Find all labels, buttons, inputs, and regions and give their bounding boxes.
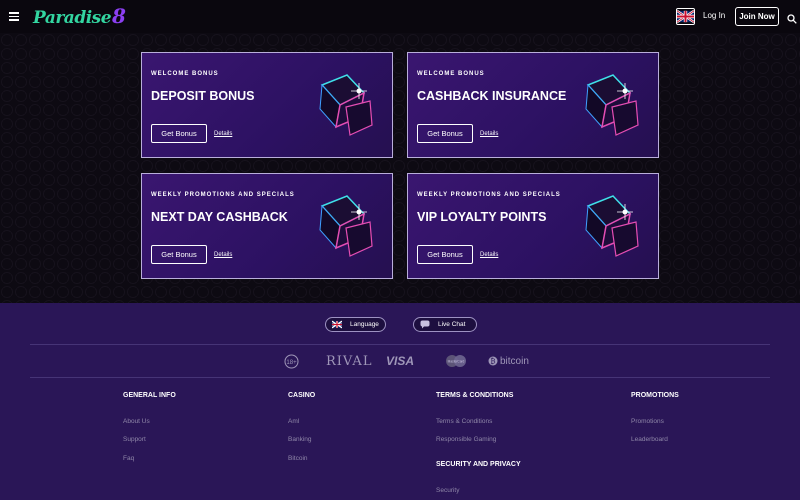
leaderboard-link[interactable]: Leaderboard <box>631 436 668 443</box>
svg-text:₿: ₿ <box>490 358 495 366</box>
live-chat-label: Live Chat <box>438 321 466 328</box>
promo-card-next-day-cashback: WEEKLY PROMOTIONS AND SPECIALS NEXT DAY … <box>141 173 393 279</box>
mastercard-logo: MasterCard <box>444 352 468 370</box>
get-bonus-button[interactable]: Get Bonus <box>151 124 207 143</box>
age-18-icon: 18+ <box>284 352 299 370</box>
card-title: CASHBACK INSURANCE <box>417 89 567 103</box>
aml-link[interactable]: Aml <box>288 418 299 425</box>
logo-text: Paradise <box>33 8 112 28</box>
search-icon[interactable] <box>787 11 797 24</box>
support-link[interactable]: Support <box>123 436 146 443</box>
casino-heading: CASINO <box>288 392 316 399</box>
promo-card-deposit-bonus: WELCOME BONUS DEPOSIT BONUS Get Bonus De… <box>141 52 393 158</box>
bitcoin-logo: ₿ bitcoin <box>488 352 529 370</box>
details-link[interactable]: Details <box>214 131 232 137</box>
chat-bubble-icon <box>420 320 430 329</box>
details-link[interactable]: Details <box>480 131 498 137</box>
bitcoin-link[interactable]: Bitcoin <box>288 455 308 462</box>
promotions-link[interactable]: Promotions <box>631 418 664 425</box>
about-us-link[interactable]: About Us <box>123 418 150 425</box>
promotions-heading: PROMOTIONS <box>631 392 679 399</box>
promo-card-vip-loyalty-points: WEEKLY PROMOTIONS AND SPECIALS VIP LOYAL… <box>407 173 659 279</box>
uk-flag-icon <box>331 320 343 329</box>
live-chat-button[interactable]: Live Chat <box>413 317 477 332</box>
logo-number: 8 <box>112 4 126 28</box>
card-eyebrow: WELCOME BONUS <box>417 71 485 77</box>
top-bar: Paradise8 Log In Join Now <box>0 0 800 33</box>
terms-link[interactable]: Terms & Conditions <box>436 418 492 425</box>
details-link[interactable]: Details <box>480 252 498 258</box>
visa-logo: VISA <box>386 354 415 368</box>
footer-divider <box>30 344 770 345</box>
faq-link[interactable]: Faq <box>123 455 134 462</box>
card-title: VIP LOYALTY POINTS <box>417 210 547 224</box>
card-title: DEPOSIT BONUS <box>151 89 255 103</box>
general-info-heading: GENERAL INFO <box>123 392 176 399</box>
card-title: NEXT DAY CASHBACK <box>151 210 288 224</box>
rival-logo: RIVAL <box>326 353 373 369</box>
mastercard-label: MasterCard <box>448 360 465 364</box>
get-bonus-button[interactable]: Get Bonus <box>417 124 473 143</box>
promo-card-cashback-insurance: WELCOME BONUS CASHBACK INSURANCE Get Bon… <box>407 52 659 158</box>
pattern-background <box>0 33 800 303</box>
dice-illustration <box>585 195 639 257</box>
logo[interactable]: Paradise8 <box>33 4 126 28</box>
bitcoin-label: bitcoin <box>500 355 529 367</box>
security-heading: SECURITY AND PRIVACY <box>436 461 521 468</box>
footer: Language Live Chat 18+ RIVAL VISA Master… <box>0 303 800 500</box>
card-eyebrow: WEEKLY PROMOTIONS AND SPECIALS <box>417 192 561 198</box>
footer-divider <box>30 377 770 378</box>
age-label: 18+ <box>286 360 297 366</box>
details-link[interactable]: Details <box>214 252 232 258</box>
uk-flag-icon[interactable] <box>676 8 695 25</box>
card-eyebrow: WEEKLY PROMOTIONS AND SPECIALS <box>151 192 295 198</box>
banking-link[interactable]: Banking <box>288 436 312 443</box>
menu-icon[interactable] <box>9 12 19 21</box>
language-button[interactable]: Language <box>325 317 386 332</box>
security-link[interactable]: Security <box>436 487 459 494</box>
dice-illustration <box>319 74 373 136</box>
get-bonus-button[interactable]: Get Bonus <box>417 245 473 264</box>
get-bonus-button[interactable]: Get Bonus <box>151 245 207 264</box>
card-eyebrow: WELCOME BONUS <box>151 71 219 77</box>
dice-illustration <box>585 74 639 136</box>
join-now-button[interactable]: Join Now <box>735 7 779 26</box>
dice-illustration <box>319 195 373 257</box>
responsible-gaming-link[interactable]: Responsible Gaming <box>436 436 496 443</box>
terms-heading: TERMS & CONDITIONS <box>436 392 514 399</box>
language-label: Language <box>350 321 379 328</box>
login-link[interactable]: Log In <box>703 11 725 20</box>
